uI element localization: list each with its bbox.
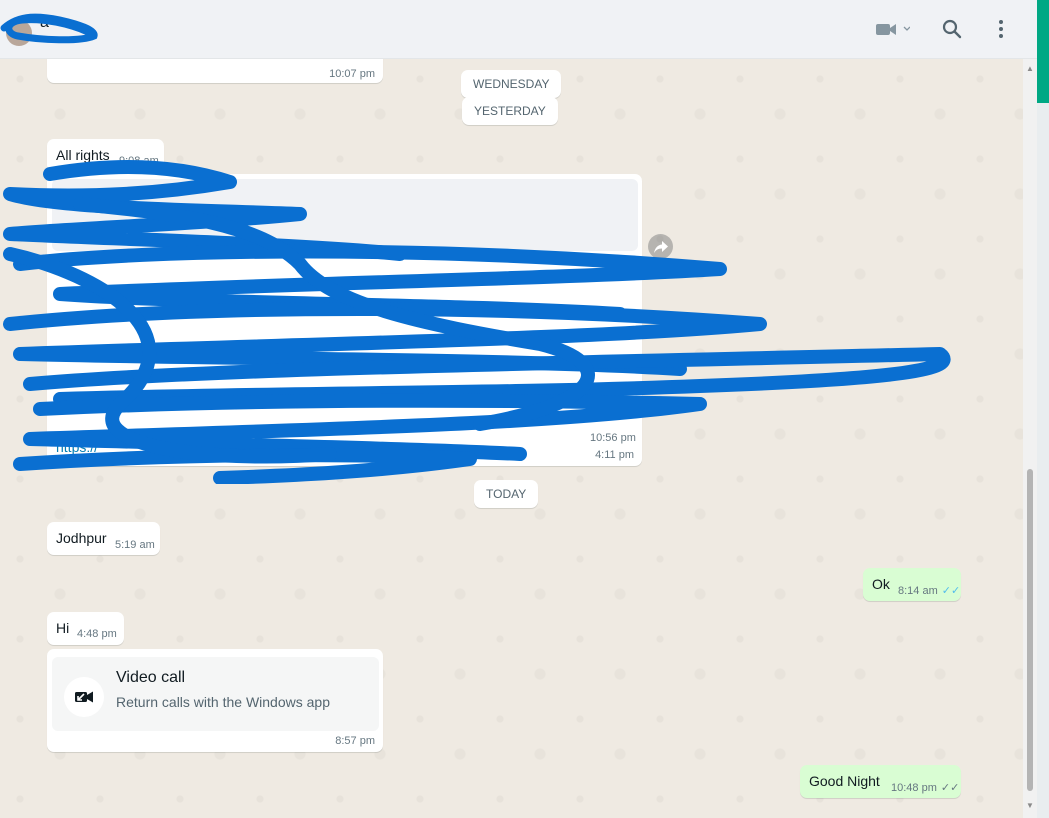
- missed-video-call-icon: [64, 677, 104, 717]
- message-list[interactable]: 10:07 pm WEDNESDAY YESTERDAY All rights …: [0, 59, 1037, 818]
- video-camera-icon[interactable]: [872, 16, 912, 42]
- video-call-card[interactable]: Video call Return calls with the Windows…: [52, 657, 379, 731]
- message-bubble-outgoing[interactable]: Good Night 10:48 pm ✓✓: [800, 765, 961, 798]
- window-edge: [1037, 103, 1049, 818]
- message-time: 10:48 pm ✓✓: [891, 782, 960, 794]
- chat-scrollbar[interactable]: ▲ ▼: [1023, 59, 1037, 818]
- more-vertical-icon[interactable]: [988, 16, 1014, 42]
- message-time: 4:11 pm: [595, 449, 634, 461]
- message-time: 8:57 pm: [335, 735, 375, 747]
- message-bubble-outgoing[interactable]: Ok 8:14 am ✓✓: [863, 568, 961, 601]
- delivered-receipt-icon: ✓✓: [940, 782, 960, 794]
- read-receipt-icon: ✓✓: [941, 585, 961, 597]
- message-text: Hi: [56, 620, 70, 636]
- message-bubble-incoming[interactable]: 10:07 pm: [47, 59, 383, 83]
- message-text: Jodhpur: [56, 530, 107, 546]
- scrollbar-thumb[interactable]: [1027, 469, 1033, 791]
- chat-header[interactable]: a: [0, 0, 1037, 59]
- date-divider: WEDNESDAY: [461, 70, 562, 98]
- video-call-title: Video call: [116, 669, 186, 686]
- date-divider: YESTERDAY: [462, 97, 558, 125]
- redaction-scribble: [0, 13, 98, 44]
- message-time: 4:48 pm: [77, 628, 117, 640]
- message-time: 5:19 am: [115, 539, 155, 551]
- window-accent-bar: [1037, 0, 1049, 103]
- search-icon[interactable]: [939, 16, 965, 42]
- video-call-subtitle: Return calls with the Windows app: [116, 694, 330, 710]
- message-text: Good Night: [809, 773, 880, 789]
- message-bubble-incoming[interactable]: Hi 4:48 pm: [47, 612, 124, 645]
- forward-icon[interactable]: [648, 234, 673, 259]
- message-time: 9:08 am: [119, 155, 159, 167]
- date-divider: TODAY: [474, 480, 539, 508]
- link-preview[interactable]: [52, 179, 638, 251]
- message-time: 8:14 am ✓✓: [898, 585, 961, 597]
- message-time-inner: 10:56 pm: [590, 432, 636, 444]
- scroll-down-arrow-icon[interactable]: ▼: [1026, 801, 1034, 810]
- message-text: All rights: [56, 147, 110, 163]
- message-time: 10:07 pm: [329, 68, 375, 80]
- message-bubble-incoming[interactable]: Jodhpur 5:19 am: [47, 522, 160, 555]
- message-text: Ok: [872, 576, 890, 592]
- scroll-up-arrow-icon[interactable]: ▲: [1026, 64, 1034, 73]
- message-link[interactable]: https://: [56, 439, 98, 455]
- message-bubble-incoming[interactable]: All rights 9:08 am: [47, 139, 164, 172]
